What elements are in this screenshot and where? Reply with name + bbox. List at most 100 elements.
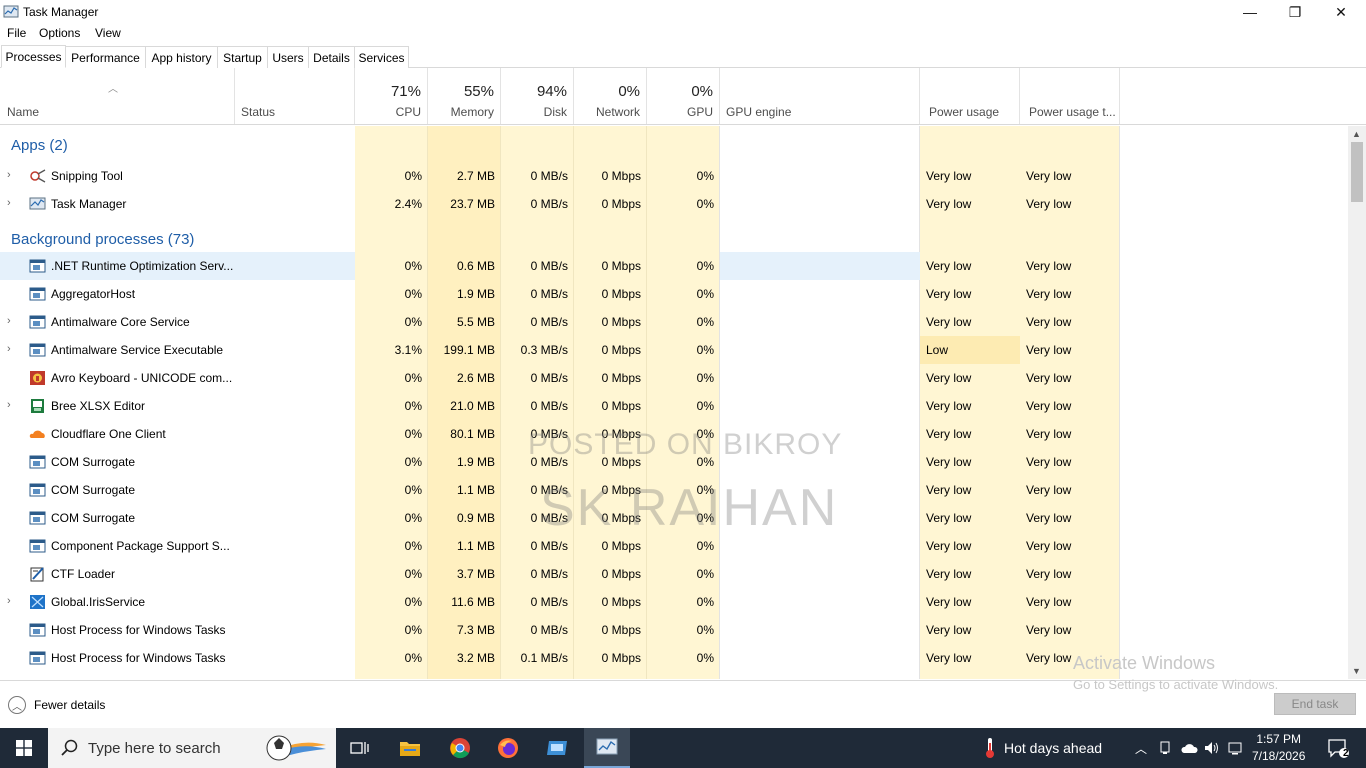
column-name[interactable]: Name	[0, 68, 235, 124]
expand-chevron-icon[interactable]: ›	[7, 399, 11, 411]
snipping-tool-icon	[29, 168, 46, 184]
expand-chevron-icon[interactable]: ›	[7, 343, 11, 355]
maximize-button[interactable]: ❐	[1272, 0, 1318, 24]
taskbar-chrome[interactable]	[440, 728, 480, 768]
scroll-up-icon[interactable]: ▲	[1352, 129, 1361, 139]
minimize-button[interactable]: —	[1227, 0, 1273, 24]
xlsx-editor-icon	[29, 398, 46, 414]
cpu-cell: 0%	[404, 623, 422, 637]
power-usage-trend-cell: Very low	[1026, 371, 1072, 385]
process-row[interactable]: › Task Manager 2.4% 23.7 MB 0 MB/s 0 Mbps 0% Ve…	[0, 190, 1348, 218]
expand-chevron-icon[interactable]: ›	[7, 595, 11, 607]
network-icon[interactable]	[1226, 728, 1246, 768]
start-button[interactable]	[0, 728, 48, 768]
power-usage-cell: Very low	[926, 399, 972, 413]
gpu-cell: 0%	[696, 371, 714, 385]
column-power-usage-trend[interactable]: Power usage t...	[1020, 68, 1120, 124]
group-apps[interactable]: Apps (2)	[0, 126, 1348, 164]
process-row[interactable]: › Bree XLSX Editor 0% 21.0 MB 0 MB/s 0 Mbps 0%…	[0, 392, 1348, 420]
column-header: ︿ Name Status 71% CPU 55% Memory 94% Dis…	[0, 68, 1366, 125]
column-cpu[interactable]: 71% CPU	[355, 68, 428, 124]
notification-center-button[interactable]: 2	[1318, 728, 1358, 768]
column-status[interactable]: Status	[235, 68, 355, 124]
gpu-cell: 0%	[696, 623, 714, 637]
volume-icon[interactable]	[1202, 728, 1222, 768]
cpu-cell: 0%	[404, 427, 422, 441]
weather-widget[interactable]: Hot days ahead	[984, 728, 1102, 768]
taskbar-task-manager[interactable]	[584, 728, 630, 768]
scroll-down-icon[interactable]: ▼	[1352, 666, 1361, 676]
menu-file[interactable]: File	[7, 26, 26, 40]
tab-processes[interactable]: Processes	[1, 45, 66, 68]
taskbar-search-box[interactable]: Type here to search	[48, 728, 336, 768]
taskbar-firefox[interactable]	[488, 728, 528, 768]
process-row[interactable]: › Antimalware Service Executable 3.1% 199.1…	[0, 336, 1348, 364]
column-disk[interactable]: 94% Disk	[501, 68, 574, 124]
process-name: CTF Loader	[51, 567, 116, 581]
close-button[interactable]: ✕	[1318, 0, 1364, 24]
tab-app-history[interactable]: App history	[145, 46, 218, 68]
process-row[interactable]: › Global.IrisService 0% 11.6 MB 0 MB/s 0 Mbps…	[0, 588, 1348, 616]
column-power-usage-trend-label: Power usage t...	[1029, 105, 1116, 119]
power-usage-trend-cell: Very low	[1026, 197, 1072, 211]
power-usage-trend-cell: Very low	[1026, 169, 1072, 183]
column-gpu[interactable]: 0% GPU	[647, 68, 720, 124]
expand-chevron-icon[interactable]: ›	[7, 315, 11, 327]
expand-chevron-icon[interactable]: ›	[7, 169, 11, 181]
power-usage-trend-cell: Very low	[1026, 539, 1072, 553]
tab-performance[interactable]: Performance	[65, 46, 146, 68]
tab-users[interactable]: Users	[267, 46, 309, 68]
power-usage-trend-cell: Very low	[1026, 259, 1072, 273]
column-memory[interactable]: 55% Memory	[428, 68, 501, 124]
process-row[interactable]: Host Process for Windows Tasks 0% 7.3 MB 0 …	[0, 616, 1348, 644]
gpu-cell: 0%	[696, 169, 714, 183]
group-heading: Apps (2)	[11, 137, 68, 154]
process-row[interactable]: › Antimalware Core Service 0% 5.5 MB 0 MB/s 0…	[0, 308, 1348, 336]
expand-chevron-icon[interactable]: ›	[7, 197, 11, 209]
network-cell: 0 Mbps	[601, 197, 641, 211]
tab-startup[interactable]: Startup	[217, 46, 268, 68]
taskbar-clock[interactable]: 1:57 PM 7/18/2026	[1252, 731, 1305, 765]
cpu-cell: 2.4%	[394, 197, 422, 211]
column-network[interactable]: 0% Network	[574, 68, 647, 124]
scroll-thumb[interactable]	[1351, 142, 1363, 202]
task-manager-app-icon	[3, 5, 19, 18]
column-power-usage-label: Power usage	[929, 105, 1000, 119]
power-usage-cell: Very low	[926, 259, 972, 273]
tray-device-icon[interactable]	[1155, 728, 1175, 768]
process-row[interactable]: AggregatorHost 0% 1.9 MB 0 MB/s 0 Mbps 0% Very…	[0, 280, 1348, 308]
taskbar-app-window[interactable]	[537, 728, 577, 768]
vertical-scrollbar[interactable]: ▲ ▼	[1348, 126, 1366, 679]
process-row[interactable]: Avro Keyboard - UNICODE com... 0% 2.6 MB 0 …	[0, 364, 1348, 392]
power-usage-cell: Very low	[926, 567, 972, 581]
cpu-cell: 0%	[404, 259, 422, 273]
weather-text: Hot days ahead	[1004, 740, 1103, 756]
service-window-icon	[29, 482, 46, 498]
service-window-icon	[29, 258, 46, 274]
fewer-details-button[interactable]: ︿ Fewer details	[8, 696, 105, 714]
column-gpu-engine[interactable]: GPU engine	[720, 68, 920, 124]
service-window-icon	[29, 510, 46, 526]
onedrive-cloud-icon[interactable]	[1178, 728, 1200, 768]
tab-services[interactable]: Services	[354, 46, 409, 68]
menu-options[interactable]: Options	[39, 26, 80, 40]
power-usage-cell: Very low	[926, 371, 972, 385]
memory-cell: 80.1 MB	[450, 427, 495, 441]
process-row[interactable]: .NET Runtime Optimization Serv... 0% 0.6 M…	[0, 252, 1348, 280]
cpu-percent: 71%	[390, 83, 421, 100]
column-power-usage[interactable]: Power usage	[920, 68, 1020, 124]
disk-cell: 0.3 MB/s	[520, 343, 568, 357]
column-gpu-engine-label: GPU engine	[726, 105, 792, 119]
process-row[interactable]: › Snipping Tool 0% 2.7 MB 0 MB/s 0 Mbps 0% Very…	[0, 162, 1348, 190]
gpu-cell: 0%	[696, 287, 714, 301]
end-task-button[interactable]: End task	[1274, 693, 1356, 715]
task-view-button[interactable]	[340, 728, 380, 768]
power-usage-cell: Very low	[926, 483, 972, 497]
process-row[interactable]: CTF Loader 0% 3.7 MB 0 MB/s 0 Mbps 0% Very low…	[0, 560, 1348, 588]
cloudflare-icon	[29, 426, 46, 442]
gpu-cell: 0%	[696, 197, 714, 211]
show-hidden-icons-chevron-icon[interactable]: ︿	[1130, 728, 1152, 768]
menu-view[interactable]: View	[95, 26, 121, 40]
tab-details[interactable]: Details	[308, 46, 355, 68]
taskbar-file-explorer[interactable]	[390, 728, 430, 768]
